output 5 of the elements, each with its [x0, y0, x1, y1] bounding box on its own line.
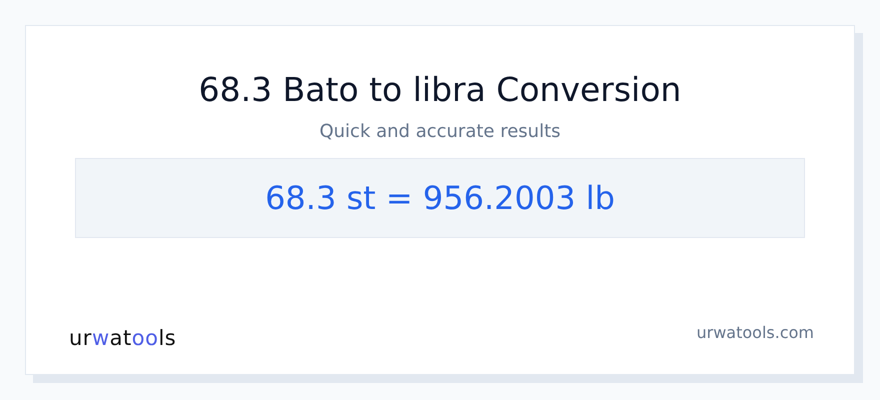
site-link[interactable]: urwatools.com	[696, 322, 814, 342]
page-title: 68.3 Bato to libra Conversion	[198, 69, 682, 111]
logo: urwatools	[69, 326, 176, 350]
subtitle: Quick and accurate results	[319, 120, 561, 144]
result-text: 68.3 st = 956.2003 lb	[265, 179, 615, 217]
